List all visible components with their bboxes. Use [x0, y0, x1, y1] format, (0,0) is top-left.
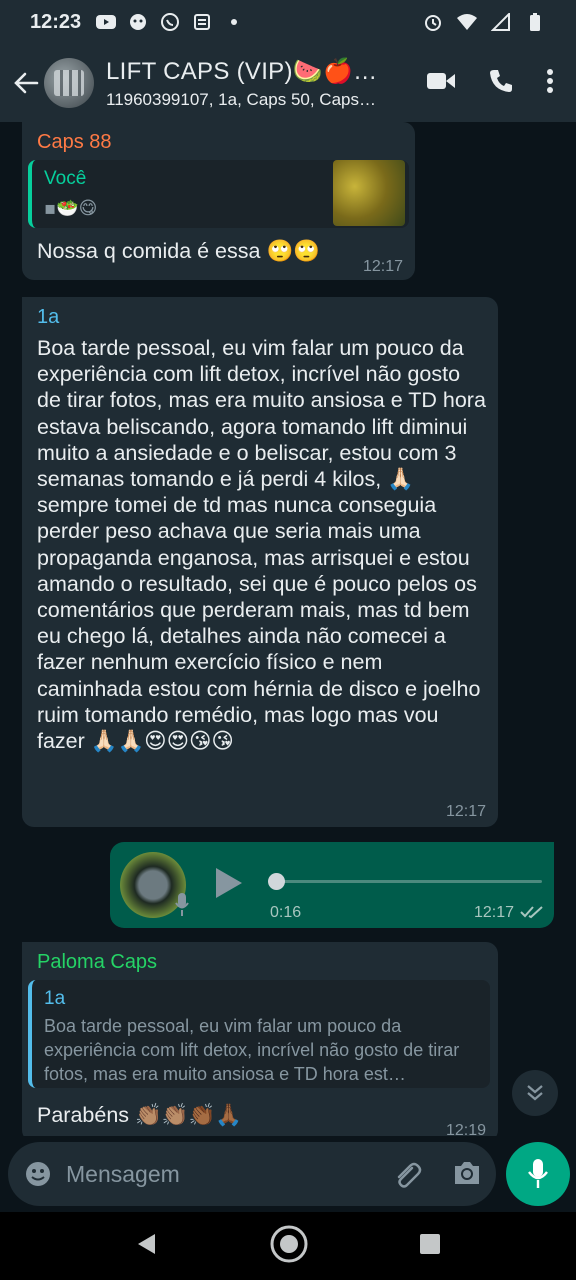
message-composer: Mensagem [0, 1136, 576, 1212]
more-vert-icon [547, 68, 553, 93]
message-bubble[interactable]: 1a Boa tarde pessoal, eu vim falar um po… [22, 297, 498, 827]
app-notification-icon [127, 12, 149, 32]
quote-author: 1a [44, 988, 66, 1009]
message-bubble[interactable]: Caps 88 Você ▪🥗😋 Nossa q comida é essa 🙄… [22, 122, 415, 280]
alarm-icon [422, 12, 444, 32]
battery-icon [524, 12, 546, 32]
message-sender: 1a [37, 306, 60, 328]
message-placeholder: Mensagem [66, 1160, 180, 1187]
system-navigation-bar [0, 1212, 576, 1280]
play-icon [216, 868, 242, 898]
message-time: 12:17 [362, 258, 403, 275]
nav-recents-button[interactable] [419, 1233, 441, 1260]
signal-icon [490, 12, 512, 32]
scroll-to-bottom-button[interactable] [512, 1070, 558, 1116]
mic-badge-icon [174, 892, 190, 923]
message-time: 12:19 [445, 1122, 486, 1136]
microphone-icon [528, 1159, 548, 1188]
chat-title: LIFT CAPS (VIP)🍉🍎… [106, 57, 378, 85]
voice-message-bubble[interactable]: 0:16 12:17 [110, 842, 554, 928]
emoji-button[interactable] [24, 1160, 52, 1188]
double-chevron-down-icon [527, 1085, 543, 1101]
youtube-icon [95, 12, 117, 32]
quoted-message[interactable]: 1a Boa tarde pessoal, eu vim falar um po… [28, 980, 490, 1088]
chat-header: LIFT CAPS (VIP)🍉🍎… 11960399107, 1a, Caps… [0, 44, 576, 122]
news-icon [191, 12, 213, 32]
voice-record-button[interactable] [506, 1142, 570, 1206]
chat-area[interactable]: Caps 88 Você ▪🥗😋 Nossa q comida é essa 🙄… [0, 122, 576, 1136]
more-options-button[interactable] [546, 68, 554, 99]
message-sender: Paloma Caps [37, 951, 158, 973]
home-circle-icon [270, 1225, 308, 1262]
message-sender: Caps 88 [37, 131, 112, 153]
paperclip-icon [397, 1162, 422, 1188]
message-text: Parabéns 👏🏽👏🏽👏🏾🙏🏾 [37, 1103, 243, 1127]
message-input[interactable]: Mensagem [8, 1142, 496, 1206]
chat-info[interactable]: LIFT CAPS (VIP)🍉🍎… 11960399107, 1a, Caps… [106, 57, 396, 110]
message-text: Nossa q comida é essa 🙄🙄 [37, 239, 320, 263]
triangle-back-icon [138, 1233, 155, 1254]
dot-icon [223, 12, 245, 32]
quote-content: ▪🥗😋 [44, 198, 98, 219]
quote-content: Boa tarde pessoal, eu vim falar um pouco… [44, 1016, 460, 1084]
video-call-button[interactable] [426, 71, 456, 96]
camera-icon [455, 1162, 479, 1184]
message-time: 12:17 [445, 803, 486, 820]
video-camera-icon [427, 72, 455, 89]
group-avatar[interactable] [44, 58, 94, 108]
nav-back-button[interactable] [135, 1232, 159, 1261]
wifi-icon [456, 12, 478, 32]
emoji-icon [26, 1162, 50, 1186]
nav-home-button[interactable] [269, 1224, 309, 1269]
quote-author: Você [44, 168, 87, 189]
quoted-message[interactable]: Você ▪🥗😋 [28, 160, 409, 228]
audio-progress-knob[interactable] [268, 873, 285, 890]
square-recents-icon [420, 1233, 440, 1254]
attach-button[interactable] [392, 1160, 422, 1195]
quote-image-thumbnail [333, 160, 405, 226]
audio-progress-track[interactable] [272, 880, 542, 883]
status-bar: 12:23 [0, 0, 576, 44]
status-time: 12:23 [30, 10, 82, 33]
voice-call-button[interactable] [488, 68, 514, 99]
whatsapp-icon [159, 12, 181, 32]
arrow-back-icon [14, 72, 39, 94]
chat-participants: 11960399107, 1a, Caps 50, Caps… [106, 89, 376, 109]
double-check-icon [520, 905, 544, 924]
audio-duration: 0:16 [270, 904, 302, 921]
back-button[interactable] [8, 71, 44, 95]
play-button[interactable] [214, 866, 244, 905]
camera-button[interactable] [452, 1160, 482, 1191]
message-text: Boa tarde pessoal, eu vim falar um pouco… [37, 336, 486, 754]
phone-icon [490, 69, 512, 92]
message-time: 12:17 [473, 904, 514, 921]
message-bubble[interactable]: Paloma Caps 1a Boa tarde pessoal, eu vim… [22, 942, 498, 1136]
